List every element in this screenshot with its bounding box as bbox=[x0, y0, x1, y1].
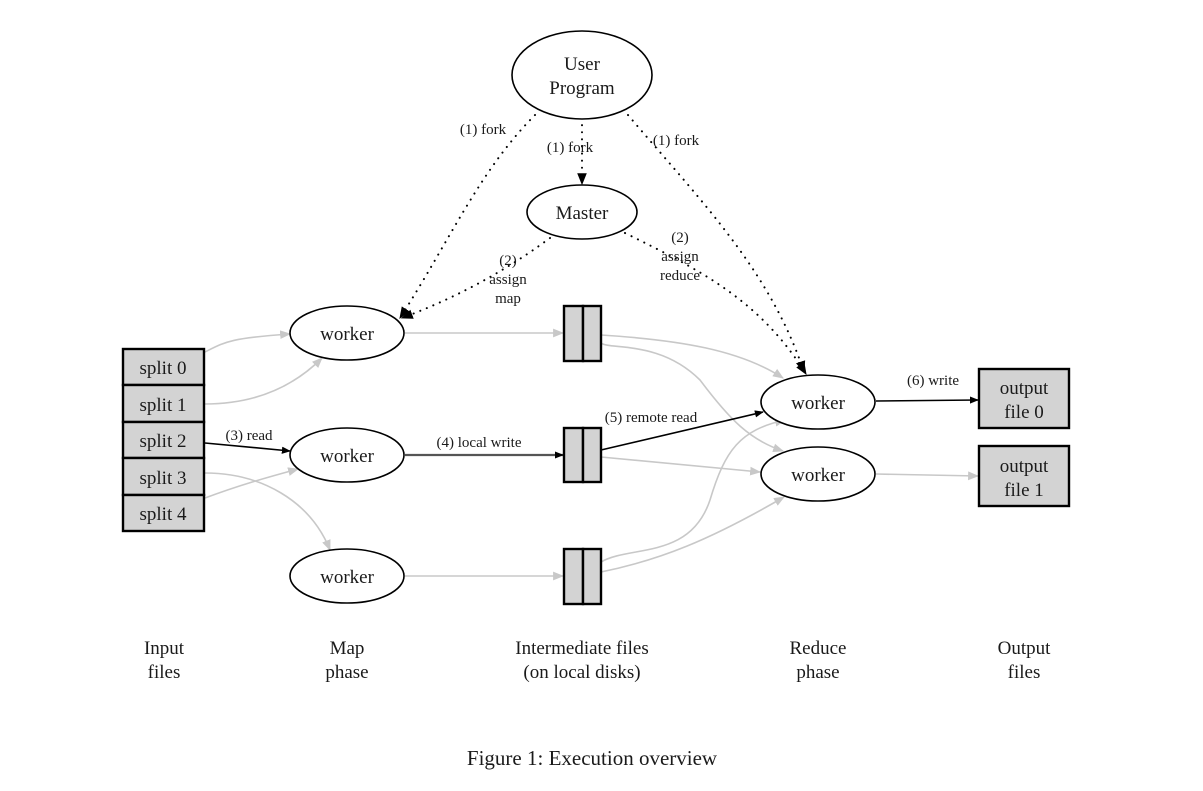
edge-file1-rworker2 bbox=[600, 342, 785, 453]
edge-file3-rworker2 bbox=[600, 496, 785, 573]
split-4-label: split 4 bbox=[140, 504, 187, 525]
execution-overview-diagram: User Program Master worker worker worker… bbox=[121, 30, 1071, 770]
edge-split3-worker3 bbox=[204, 472, 331, 552]
phase-intermediate-line2: (on local disks) bbox=[523, 662, 640, 683]
phase-input-line2: files bbox=[148, 662, 181, 683]
split-0: split 0 bbox=[121, 347, 206, 387]
phase-reduce-line2: phase bbox=[796, 662, 839, 683]
map-worker-3: worker bbox=[289, 548, 405, 604]
split-3-label: split 3 bbox=[140, 468, 187, 489]
edge-file1-rworker1 bbox=[600, 334, 784, 379]
output-file-1-line2: file 1 bbox=[1004, 480, 1044, 501]
user-program-label-line2: Program bbox=[549, 78, 615, 99]
label-assign-map-line2: assign bbox=[489, 272, 527, 288]
shuffle-edges bbox=[600, 334, 787, 573]
split-3: split 3 bbox=[121, 456, 206, 497]
map-output-edges bbox=[405, 328, 565, 581]
label-remote-read: (5) remote read bbox=[605, 410, 698, 426]
label-assign-map-step: (2) bbox=[499, 253, 517, 269]
edge-split1-worker1 bbox=[204, 357, 323, 405]
map-worker-1-label: worker bbox=[320, 324, 374, 345]
edge-split2-worker2 bbox=[204, 442, 291, 454]
intermediate-file-3 bbox=[562, 547, 603, 606]
edge-split0-worker1 bbox=[204, 330, 292, 353]
label-fork-left: (1) fork bbox=[460, 122, 507, 138]
edge-rworker1-output0 bbox=[875, 396, 979, 404]
label-read: (3) read bbox=[225, 428, 273, 444]
map-worker-2: worker bbox=[289, 427, 405, 483]
output-file-0: output file 0 bbox=[977, 367, 1071, 430]
intermediate-file-2 bbox=[562, 426, 603, 484]
map-worker-3-label: worker bbox=[320, 567, 374, 588]
phase-reduce-line1: Reduce bbox=[790, 638, 847, 659]
output-file-1-line1: output bbox=[1000, 456, 1049, 477]
output-edges bbox=[875, 396, 980, 481]
label-assign-map-line3: map bbox=[495, 291, 521, 307]
split-1-label: split 1 bbox=[140, 395, 187, 416]
label-assign-reduce-step: (2) bbox=[671, 230, 689, 246]
edge-assign-map bbox=[400, 237, 551, 319]
split-0-label: split 0 bbox=[140, 358, 187, 379]
user-program-label-line1: User bbox=[564, 54, 601, 75]
label-write: (6) write bbox=[907, 373, 959, 389]
output-file-0-line1: output bbox=[1000, 378, 1049, 399]
output-file-1: output file 1 bbox=[977, 444, 1071, 508]
label-assign-reduce-line2: assign bbox=[661, 249, 699, 265]
input-splits: split 0 split 1 split 2 split 3 split 4 bbox=[121, 347, 206, 533]
phase-map-line1: Map bbox=[330, 638, 365, 659]
edge-file3-rworker1 bbox=[600, 417, 787, 563]
edge-rworker2-output1 bbox=[875, 471, 980, 481]
label-local-write: (4) local write bbox=[437, 435, 522, 451]
reduce-worker-2-label: worker bbox=[791, 465, 845, 486]
split-2-label: split 2 bbox=[140, 431, 187, 452]
map-worker-1: worker bbox=[289, 305, 405, 361]
phase-output-line2: files bbox=[1008, 662, 1041, 683]
intermediate-file-1 bbox=[562, 304, 603, 363]
phase-labels: Input files Map phase Intermediate files… bbox=[144, 638, 1051, 683]
label-assign-reduce-line3: reduce bbox=[660, 268, 700, 284]
edge-file2-rworker2 bbox=[600, 456, 762, 476]
user-program-node: User Program bbox=[511, 30, 653, 120]
split-4: split 4 bbox=[121, 493, 206, 533]
phase-input-line1: Input bbox=[144, 638, 185, 659]
output-file-0-line2: file 0 bbox=[1004, 402, 1044, 423]
reduce-worker-1: worker bbox=[760, 374, 876, 430]
reduce-worker-2: worker bbox=[760, 446, 876, 502]
phase-map-line2: phase bbox=[325, 662, 368, 683]
label-fork-right: (1) fork bbox=[653, 133, 700, 149]
phase-intermediate-line1: Intermediate files bbox=[515, 638, 648, 659]
master-node: Master bbox=[526, 184, 638, 240]
map-worker-2-label: worker bbox=[320, 446, 374, 467]
label-fork-center: (1) fork bbox=[547, 140, 594, 156]
reduce-worker-1-label: worker bbox=[791, 393, 845, 414]
phase-output-line1: Output bbox=[998, 638, 1052, 659]
split-1: split 1 bbox=[121, 383, 206, 424]
split-2: split 2 bbox=[121, 420, 206, 460]
figure-caption: Figure 1: Execution overview bbox=[467, 746, 718, 770]
master-label: Master bbox=[556, 203, 609, 224]
edge-fork-right bbox=[627, 114, 806, 374]
